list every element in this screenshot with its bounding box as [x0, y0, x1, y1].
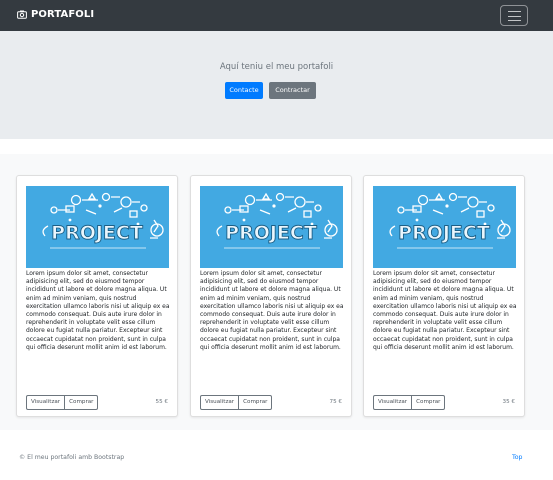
project-card: PROJECT Lorem ipsum dolor sit amet, cons… — [190, 175, 352, 417]
price-label: 35 € — [502, 399, 515, 405]
project-image: PROJECT — [373, 186, 516, 268]
view-button[interactable]: Visualitzar — [373, 395, 413, 410]
buy-button[interactable]: Comprar — [411, 395, 446, 410]
project-image-label: PROJECT — [225, 222, 317, 244]
card-button-group: Visualitzar Comprar — [200, 395, 273, 410]
price-label: 55 € — [155, 399, 168, 405]
view-button[interactable]: Visualitzar — [26, 395, 66, 410]
album-section: PROJECT Lorem ipsum dolor sit amet, cons… — [0, 154, 553, 430]
jumbotron-lead: Aquí teniu el meu portafoli — [219, 62, 334, 72]
brand-label: PORTAFOLI — [31, 9, 95, 20]
project-image: PROJECT — [26, 186, 169, 268]
camera-icon — [17, 10, 27, 19]
project-illustration: PROJECT — [389, 192, 511, 249]
project-card: PROJECT Lorem ipsum dolor sit amet, cons… — [363, 175, 525, 417]
card-button-group: Visualitzar Comprar — [26, 395, 99, 410]
buy-button[interactable]: Comprar — [64, 395, 99, 410]
project-image: PROJECT — [200, 186, 343, 268]
project-card: PROJECT Lorem ipsum dolor sit amet, cons… — [16, 175, 178, 417]
view-button[interactable]: Visualitzar — [200, 395, 240, 410]
card-text: Lorem ipsum dolor sit amet, consectetur … — [200, 270, 344, 351]
project-image-label: PROJECT — [51, 222, 143, 244]
back-to-top-link[interactable]: Top — [512, 454, 522, 461]
buy-button[interactable]: Comprar — [238, 395, 273, 410]
card-button-group: Visualitzar Comprar — [373, 395, 446, 410]
footer-text: © El meu portafoli amb Bootstrap — [19, 454, 125, 461]
card-text: Lorem ipsum dolor sit amet, consectetur … — [26, 270, 170, 351]
navbar-toggler-button[interactable] — [500, 5, 528, 26]
contact-button[interactable]: Contacte — [225, 82, 263, 99]
jumbotron: Aquí teniu el meu portafoli Contacte Con… — [0, 31, 553, 139]
project-illustration: PROJECT — [216, 192, 338, 249]
project-image-label: PROJECT — [398, 222, 490, 244]
project-illustration: PROJECT — [42, 192, 164, 249]
price-label: 75 € — [329, 399, 342, 405]
card-text: Lorem ipsum dolor sit amet, consectetur … — [373, 270, 517, 351]
hire-button[interactable]: Contractar — [269, 82, 316, 99]
navbar: PORTAFOLI — [0, 0, 553, 31]
navbar-brand[interactable]: PORTAFOLI — [17, 9, 94, 20]
